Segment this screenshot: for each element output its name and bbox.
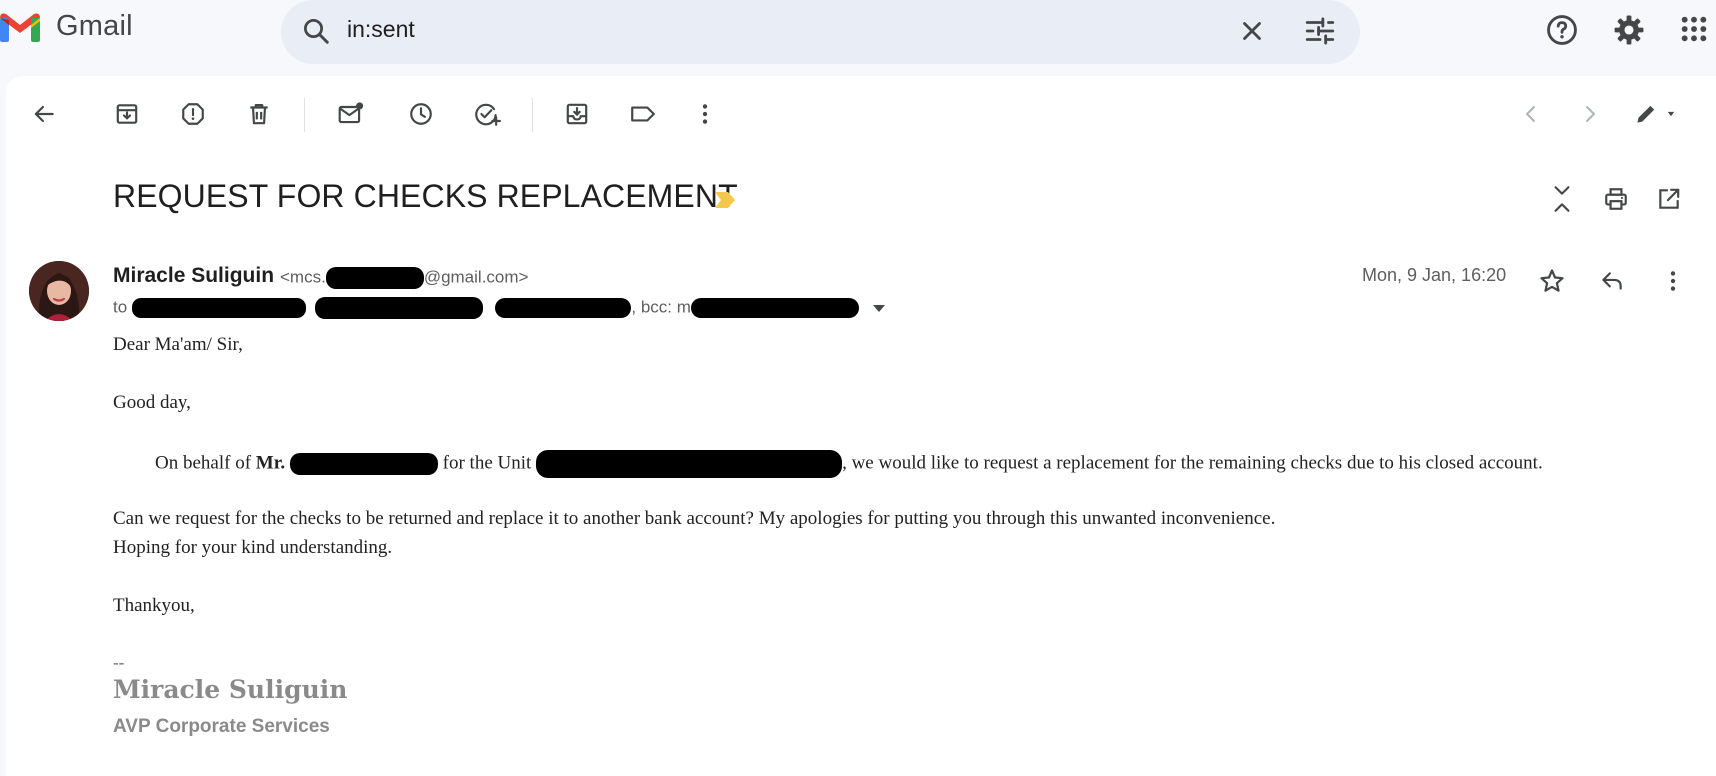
snooze-icon[interactable] (406, 99, 436, 129)
gmail-logo[interactable]: Gmail (0, 10, 133, 43)
p1-end: , we would like to request a replacement… (842, 452, 1543, 474)
pen-menu-icon[interactable] (1628, 99, 1688, 129)
gmail-m-icon (0, 13, 40, 42)
p1-mid: for the Unit (437, 452, 537, 474)
redacted-block (495, 298, 632, 318)
redacted-block (325, 267, 424, 289)
signature-name: Miracle Suliguin (113, 675, 348, 704)
label-icon[interactable] (628, 99, 658, 129)
move-to-icon[interactable] (562, 99, 592, 129)
settings-gear-icon[interactable] (1612, 13, 1646, 52)
gmail-wordmark: Gmail (56, 10, 133, 42)
newer-chevron-icon[interactable] (1516, 99, 1546, 129)
archive-icon[interactable] (112, 99, 142, 129)
search-bar[interactable]: in:sent (281, 0, 1360, 64)
recipients-line[interactable]: to , bcc: m (113, 297, 886, 319)
message-more-vert-icon[interactable] (1660, 267, 1686, 300)
mark-unread-icon[interactable] (336, 99, 366, 129)
print-icon[interactable] (1602, 186, 1630, 217)
report-spam-icon[interactable] (178, 99, 208, 129)
signature-separator: -- (113, 653, 125, 672)
p1-mr: Mr. (255, 452, 286, 474)
paragraph-2: Can we request for the checks to be retu… (113, 508, 1276, 529)
bcc-label: , bcc: m (631, 297, 691, 317)
sender-email-prefix: <mcs. (280, 267, 326, 287)
toolbar-divider (532, 98, 533, 132)
redacted-block (289, 453, 438, 475)
clear-search-icon[interactable] (1237, 16, 1267, 51)
open-in-new-window-icon[interactable] (1656, 186, 1682, 217)
redacted-block (536, 450, 843, 478)
closing: Thankyou, (113, 595, 195, 616)
email-subject: REQUEST FOR CHECKS REPLACEMENT (113, 178, 738, 214)
important-marker-icon[interactable] (714, 191, 736, 214)
show-details-dropdown-icon[interactable] (872, 303, 886, 313)
toolbar-divider (304, 98, 305, 132)
add-to-tasks-icon[interactable] (472, 99, 502, 129)
paragraph-1: On behalf of Mr. for the Unit , we would… (155, 450, 1543, 478)
email-view-panel: REQUEST FOR CHECKS REPLACEMENT Miracle S… (6, 76, 1716, 776)
help-icon[interactable] (1545, 13, 1579, 52)
top-bar: Gmail in:sent (0, 0, 1716, 64)
paragraph-3: Hoping for your kind understanding. (113, 537, 393, 558)
sender-email-suffix: @gmail.com> (423, 267, 529, 287)
good-day-line: Good day, (113, 392, 191, 413)
search-icon[interactable] (301, 16, 331, 51)
search-input[interactable]: in:sent (347, 16, 415, 43)
redacted-block (131, 298, 306, 318)
star-icon[interactable] (1538, 267, 1566, 300)
reply-icon[interactable] (1598, 268, 1626, 299)
older-chevron-icon[interactable] (1575, 99, 1605, 129)
greeting: Dear Ma'am/ Sir, (113, 334, 243, 355)
signature-title: AVP Corporate Services (113, 716, 330, 737)
p1-start: On behalf of (155, 452, 256, 474)
collapse-all-icon[interactable] (1549, 184, 1575, 219)
email-date: Mon, 9 Jan, 16:20 (1362, 265, 1507, 285)
sender-email: <mcs. @gmail.com> (280, 267, 528, 289)
avatar-photo-icon (29, 261, 89, 321)
redacted-block (690, 298, 859, 318)
apps-grid-icon[interactable] (1678, 13, 1710, 50)
more-vert-icon[interactable] (690, 99, 720, 129)
redacted-block (314, 297, 483, 319)
sender-avatar[interactable] (29, 261, 89, 321)
to-label: to (113, 297, 128, 317)
delete-icon[interactable] (244, 99, 274, 129)
search-options-icon[interactable] (1303, 14, 1337, 53)
sender-name: Miracle Suliguin (113, 264, 275, 287)
back-arrow-icon[interactable] (29, 99, 59, 129)
